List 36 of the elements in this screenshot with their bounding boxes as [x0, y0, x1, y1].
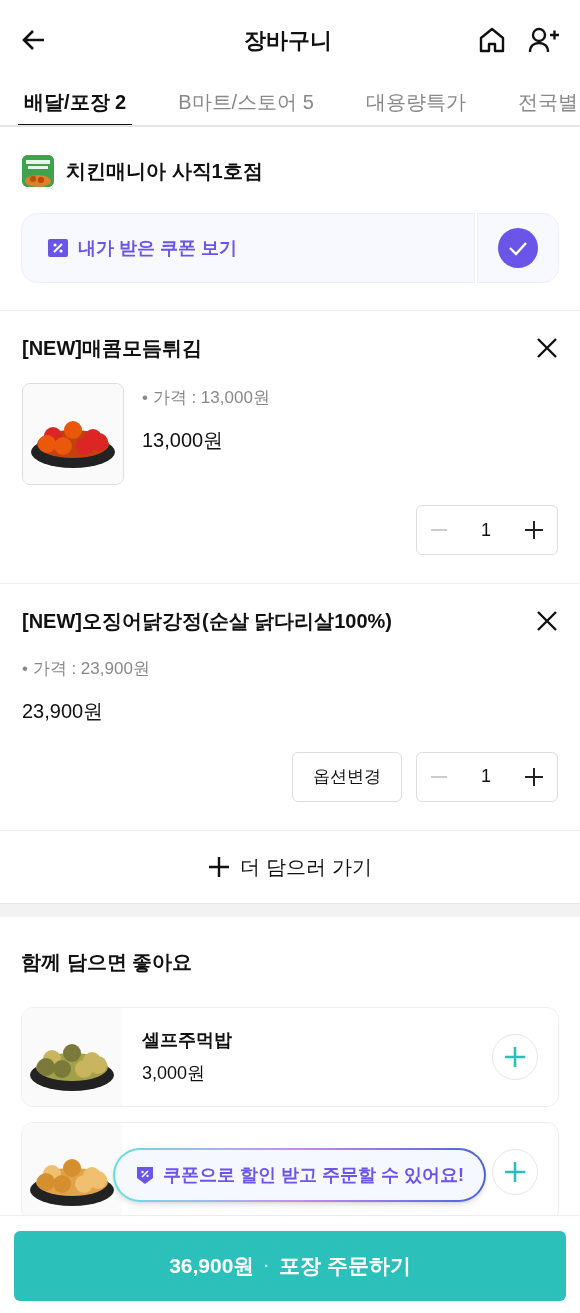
price-label: • 가격 : 23,900원 — [22, 658, 150, 680]
checkbox[interactable] — [498, 228, 538, 268]
close-icon[interactable] — [536, 337, 558, 359]
product-name: 셀프주먹밥 — [142, 1028, 233, 1052]
plus-icon[interactable] — [523, 519, 545, 541]
plus-icon — [505, 1046, 525, 1067]
price-label: • 가격 : 13,000원 — [142, 387, 270, 409]
product-price: 3,000원 — [142, 1061, 207, 1085]
coupon-icon — [48, 239, 68, 257]
quantity-value: 1 — [481, 518, 491, 542]
option-change-button[interactable]: 옵션변경 — [292, 751, 402, 802]
plus-icon — [208, 855, 231, 878]
quantity-stepper[interactable]: 1 — [416, 751, 558, 802]
plus-icon — [505, 1161, 525, 1182]
item-price: 13,000원 — [142, 427, 225, 453]
coupon-button[interactable]: 내가 받은 쿠폰 보기 — [21, 213, 475, 283]
tab[interactable]: B마트/스토어 5 — [172, 80, 320, 125]
quantity-value: 1 — [481, 765, 491, 788]
close-icon[interactable] — [536, 610, 558, 632]
tab[interactable]: 대용량특가 — [359, 80, 472, 125]
plus-icon[interactable] — [523, 765, 545, 788]
toast-text: 쿠폰으로 할인 받고 주문할 수 있어요! — [163, 1163, 464, 1187]
home-icon[interactable] — [478, 26, 506, 54]
add-more-button[interactable]: 더 담으러 가기 — [0, 830, 580, 903]
add-user-icon[interactable] — [528, 26, 560, 54]
coupon-label: 내가 받은 쿠폰 보기 — [78, 236, 237, 260]
coupon-badge-icon — [135, 1165, 155, 1185]
tab[interactable]: 배달/포장 2 — [18, 80, 133, 125]
page-title: 장바구니 — [244, 26, 332, 55]
item-price: 23,900원 — [22, 698, 105, 724]
quantity-stepper[interactable]: 1 — [416, 505, 558, 555]
store-name: 치킨매니아 사직1호점 — [66, 159, 263, 184]
item-name: [NEW]매콤모듬튀김 — [22, 336, 202, 361]
item-name: [NEW]오징어닭강정(순살 닭다리살100%) — [22, 609, 392, 634]
tab[interactable]: 전국별 — [511, 80, 580, 125]
section-title: 함께 담으면 좋아요 — [21, 949, 194, 975]
